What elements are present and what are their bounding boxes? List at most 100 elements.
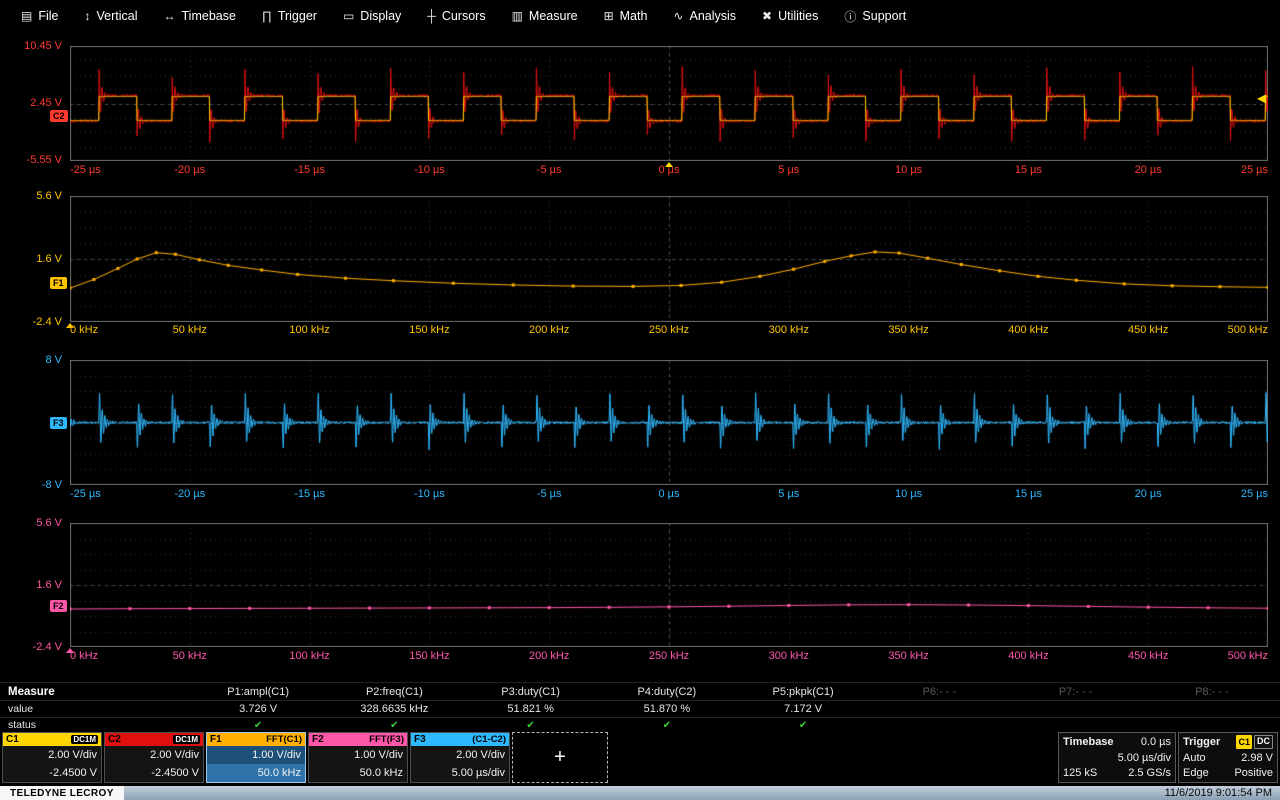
channel-box-c2[interactable]: C2 DC1M 2.00 V/div -2.4500 V — [104, 732, 204, 783]
function-title: FFT(F3) — [369, 734, 404, 745]
trigger-panel[interactable]: Trigger C1 DC Auto 2.98 V Edge Positive — [1178, 732, 1278, 783]
x-axis-label: -25 µs — [70, 164, 101, 176]
x-axis-label: 25 µs — [1240, 164, 1268, 176]
status-bar: TELEDYNE LECROY 11/6/2019 9:01:54 PM — [0, 786, 1280, 800]
measure-param-name[interactable]: P7:- - - — [1008, 686, 1144, 698]
timebase-panel[interactable]: Timebase 0.0 µs 5.00 µs/div 125 kS 2.5 G… — [1058, 732, 1176, 783]
x-axis-label: 15 µs — [1014, 488, 1042, 500]
channel-id: F2 — [312, 734, 324, 745]
x-axis-label: 10 µs — [895, 488, 923, 500]
x-axis-label: 0 kHz — [70, 650, 99, 662]
channel-box-header: F1 FFT(C1) — [207, 733, 305, 746]
x-axis-label: 10 µs — [895, 164, 923, 176]
channel-box-header: C2 DC1M — [105, 733, 203, 746]
menu-item-timebase[interactable]: ↔ Timebase — [151, 0, 249, 32]
menu-item-utilities[interactable]: ✖ Utilities — [749, 0, 831, 32]
measure-row-label: status — [8, 719, 37, 731]
channel-offset-indicator-c2[interactable]: C2 — [50, 110, 68, 122]
channel-offset-indicator-f1[interactable]: F1 — [50, 277, 67, 289]
x-axis-labels: 0 kHz 50 kHz 100 kHz 150 kHz 200 kHz 250 kHz 3… — [70, 324, 1268, 338]
menu-item-analysis[interactable]: ∿ Analysis — [660, 0, 749, 32]
menu-item-display[interactable]: ▭ Display — [330, 0, 414, 32]
x-axis-labels: -25 µs -20 µs -15 µs -10 µs -5 µs 0 µs 5 µs 10 … — [70, 488, 1268, 502]
y-axis-label: 10.45 V — [24, 40, 62, 52]
menu-item-label: Cursors — [441, 9, 486, 23]
descriptor-bar: C1 DC1M 2.00 V/div -2.4500 V C2 DC1M 2.0… — [0, 732, 1280, 783]
brand-logo: TELEDYNE LECROY — [0, 786, 124, 800]
channel-offset-indicator-f3[interactable]: F3 — [50, 417, 67, 429]
y-axis-label: 5.6 V — [36, 517, 62, 529]
cursors-icon: ┼ — [427, 9, 436, 23]
channel-id: C1 — [6, 734, 19, 745]
menu-item-label: Trigger — [277, 9, 317, 23]
measure-value — [1008, 703, 1144, 715]
trigger-coupling-chip: DC — [1254, 735, 1273, 749]
waveform-canvas-f1[interactable] — [70, 196, 1268, 322]
channel-box-c1[interactable]: C1 DC1M 2.00 V/div -2.4500 V — [2, 732, 102, 783]
x-axis-label: 300 kHz — [768, 324, 809, 336]
channel-box-f3[interactable]: F3 (C1-C2) 2.00 V/div 5.00 µs/div — [410, 732, 510, 783]
measure-row-label: value — [8, 703, 34, 715]
channel-id: F1 — [210, 734, 222, 745]
x-axis-label: 0 kHz — [70, 324, 99, 336]
waveform-canvas-c1c2[interactable] — [70, 46, 1268, 161]
x-axis-label: 20 µs — [1134, 164, 1162, 176]
channel-box-f2[interactable]: F2 FFT(F3) 1.00 V/div 50.0 kHz — [308, 732, 408, 783]
utilities-icon: ✖ — [762, 9, 773, 23]
menu-item-label: Timebase — [181, 9, 236, 23]
measure-param-name[interactable]: P2:freq(C1) — [326, 686, 462, 698]
coupling-badge: DC1M — [173, 735, 200, 744]
menu-item-vertical[interactable]: ↕ Vertical — [72, 0, 151, 32]
channel-scale: 2.00 V/div — [456, 749, 505, 761]
menu-item-math[interactable]: ⊞ Math — [591, 0, 661, 32]
channel-id: C2 — [108, 734, 121, 745]
trigger-icon: ∏ — [261, 9, 272, 23]
add-trace-button[interactable]: + — [512, 732, 608, 783]
y-axis-label: 1.6 V — [36, 579, 62, 591]
x-axis-label: 100 kHz — [289, 650, 330, 662]
trigger-time-marker[interactable] — [665, 162, 673, 167]
x-axis-label: 15 µs — [1014, 164, 1042, 176]
measure-param-name[interactable]: P8:- - - — [1144, 686, 1280, 698]
measure-value: 51.821 % — [507, 703, 554, 715]
x-axis-label: 5 µs — [778, 164, 800, 176]
coupling-badge: DC1M — [71, 735, 98, 744]
x-axis-label: -15 µs — [294, 488, 325, 500]
menu-item-label: Math — [619, 9, 648, 23]
waveform-canvas-f2[interactable] — [70, 523, 1268, 647]
measure-value — [871, 703, 1007, 715]
menu-item-support[interactable]: ⓘ Support — [831, 0, 919, 32]
measure-param-name[interactable]: P5:pkpk(C1) — [735, 686, 871, 698]
x-axis-label: -15 µs — [294, 164, 325, 176]
measure-param-name[interactable]: P3:duty(C1) — [463, 686, 599, 698]
measure-status-check: ✔ — [526, 719, 535, 731]
x-axis-label: -5 µs — [536, 488, 562, 500]
measure-param-name[interactable]: P4:duty(C2) — [599, 686, 735, 698]
channel-box-header: F2 FFT(F3) — [309, 733, 407, 746]
measure-param-name[interactable]: P6:- - - — [871, 686, 1007, 698]
y-axis-label: -5.55 V — [26, 154, 62, 166]
trigger-type: Edge — [1183, 767, 1209, 779]
zero-frequency-marker — [66, 648, 74, 653]
x-axis-label: 0 µs — [658, 488, 680, 500]
trigger-level-marker[interactable]: ◀ — [1257, 92, 1266, 104]
measure-param-name[interactable]: P1:ampl(C1) — [190, 686, 326, 698]
channel-box-f1[interactable]: F1 FFT(C1) 1.00 V/div 50.0 kHz — [206, 732, 306, 783]
analysis-icon: ∿ — [673, 9, 684, 23]
x-axis-label: 400 kHz — [1008, 650, 1049, 662]
waveform-canvas-f3[interactable] — [70, 360, 1268, 485]
channel-box-header: C1 DC1M — [3, 733, 101, 746]
x-axis-label: 350 kHz — [888, 324, 929, 336]
descriptor-spacer — [610, 732, 1056, 783]
measure-row-label: Measure — [8, 685, 55, 698]
vertical-icon: ↕ — [84, 9, 91, 23]
menu-item-measure[interactable]: ▥ Measure — [499, 0, 591, 32]
measure-value-cells: 3.726 V 328.6635 kHz 51.821 % 51.870 % 7.172… — [190, 703, 1280, 715]
measure-status-check: ✔ — [253, 719, 263, 731]
menu-item-trigger[interactable]: ∏ Trigger — [249, 0, 330, 32]
menu-item-file[interactable]: ▤ File — [8, 0, 72, 32]
x-axis-label: 400 kHz — [1008, 324, 1049, 336]
channel-offset-indicator-f2[interactable]: F2 — [50, 600, 67, 612]
menu-item-cursors[interactable]: ┼ Cursors — [414, 0, 498, 32]
measure-status-row: status ✔ ✔ ✔ ✔ ✔ — [0, 717, 1280, 732]
